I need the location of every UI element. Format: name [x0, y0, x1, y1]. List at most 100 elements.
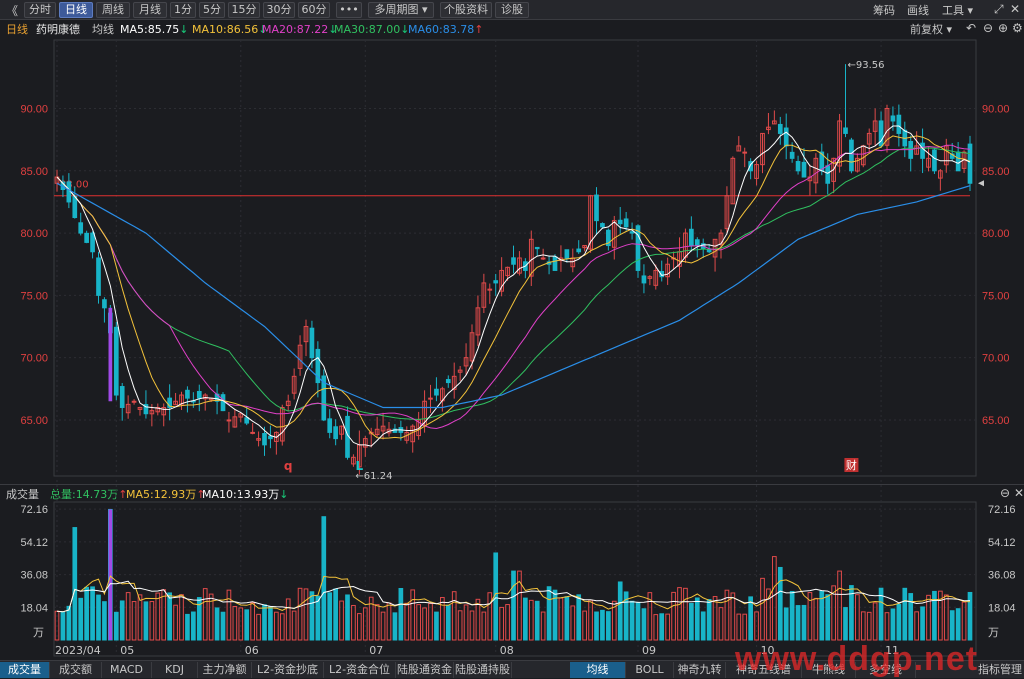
- candle-body: [849, 139, 854, 172]
- volume-bar: [748, 596, 753, 641]
- x-tick-label: 2023/04: [55, 644, 101, 657]
- volume-bar: [262, 604, 267, 641]
- indicator-tab-7[interactable]: 陆股通资金: [396, 662, 454, 678]
- volume-bar: [333, 588, 338, 641]
- candle-body: [623, 218, 629, 228]
- candle-body: [600, 223, 605, 228]
- volume-bar: [866, 611, 872, 641]
- volume-bar: [102, 601, 107, 641]
- volume-bar: [173, 604, 178, 641]
- overlay-tab-1[interactable]: BOLL: [626, 662, 674, 678]
- volume-bar: [967, 591, 973, 641]
- volume-tick-label-left: 36.08: [20, 570, 48, 582]
- event-marker: L: [356, 459, 364, 473]
- candle-body: [932, 149, 937, 172]
- indicator-tab-4[interactable]: 主力净额: [198, 662, 252, 678]
- volume-tick-label-left: 54.12: [20, 537, 48, 549]
- candle-body: [262, 433, 267, 446]
- volume-tick-label-right: 54.12: [988, 537, 1016, 549]
- volume-tick-label-right: 18.04: [988, 602, 1016, 614]
- volume-tick-label-left: 18.04: [20, 602, 48, 614]
- y-tick-label-left: 75.00: [20, 290, 48, 302]
- current-price-pointer: [978, 180, 984, 187]
- candle-body: [493, 280, 499, 284]
- volume-bar: [736, 613, 742, 641]
- volume-bar: [653, 614, 659, 641]
- volume-bar: [66, 605, 72, 641]
- volume-bar: [202, 588, 208, 641]
- volume-bar: [220, 611, 226, 641]
- indicator-tab-0[interactable]: 成交量: [0, 662, 50, 678]
- watermark: www.ddgp.net: [735, 640, 979, 678]
- volume-bar: [908, 593, 914, 641]
- y-tick-label-right: 70.00: [982, 353, 1010, 365]
- candle-body: [706, 249, 712, 253]
- indicator-tab-3[interactable]: KDJ: [152, 662, 198, 678]
- volume-bar: [214, 607, 220, 641]
- indicator-tab-8[interactable]: 陆股通持股: [454, 662, 512, 678]
- volume-bar: [481, 611, 487, 641]
- volume-bar: [760, 577, 765, 641]
- volume-bar: [718, 607, 724, 641]
- volume-bar: [422, 607, 427, 641]
- indicator-tab-5[interactable]: L2-资金抄底: [252, 662, 324, 678]
- candle-body: [309, 327, 315, 359]
- volume-bar: [600, 609, 605, 641]
- volume-bar: [730, 592, 736, 641]
- volume-bar: [410, 589, 416, 641]
- candle-body: [629, 231, 635, 234]
- volume-bar: [143, 601, 149, 641]
- candle-body: [78, 222, 84, 234]
- volume-bar: [570, 605, 576, 641]
- volume-bar: [511, 570, 516, 641]
- indicator-tab-2[interactable]: MACD: [102, 662, 152, 678]
- ma60-line: [56, 182, 971, 409]
- volume-bar: [357, 613, 362, 641]
- volume-bar: [463, 604, 469, 641]
- volume-bar: [398, 587, 404, 641]
- indicator-manage-button[interactable]: 指标管理: [976, 662, 1024, 678]
- volume-bar: [943, 594, 949, 641]
- volume-bar: [327, 592, 333, 641]
- volume-bar: [712, 596, 718, 641]
- volume-bar: [860, 611, 866, 641]
- volume-bar: [244, 609, 250, 641]
- volume-bar: [689, 602, 694, 641]
- candle-body: [896, 114, 902, 134]
- candle-body: [783, 127, 789, 147]
- volume-bar: [84, 586, 89, 641]
- y-tick-label-right: 80.00: [982, 228, 1010, 240]
- volume-bar: [932, 590, 937, 641]
- candle-body: [487, 288, 493, 291]
- x-tick-label: 07: [369, 644, 383, 657]
- candle-body: [594, 194, 599, 222]
- overlay-tab-2[interactable]: 神奇九转: [674, 662, 726, 678]
- volume-bar: [558, 597, 564, 641]
- event-marker: q: [284, 459, 293, 473]
- volume-bar: [801, 604, 807, 641]
- overlay-tab-0[interactable]: 均线: [570, 662, 626, 678]
- candle-body: [226, 419, 232, 422]
- volume-bar: [949, 610, 955, 641]
- indicator-tab-6[interactable]: L2-资金合位: [324, 662, 396, 678]
- candle-body: [825, 165, 831, 184]
- volume-bar: [896, 603, 902, 641]
- volume-bar: [914, 611, 919, 641]
- volume-bar: [813, 597, 819, 641]
- candle-body: [185, 389, 190, 399]
- candle-body: [801, 161, 807, 178]
- volume-bar: [487, 592, 493, 641]
- y-tick-label-right: 90.00: [982, 104, 1010, 116]
- volume-bar: [185, 613, 190, 641]
- volume-bar: [96, 594, 101, 641]
- volume-tick-label-right: 72.16: [988, 504, 1016, 516]
- candle-body: [96, 257, 101, 296]
- indicator-tab-1[interactable]: 成交额: [50, 662, 102, 678]
- volume-bar: [837, 570, 842, 641]
- candle-body: [777, 123, 783, 134]
- candle-body: [72, 195, 78, 219]
- volume-bar: [671, 591, 676, 641]
- y-tick-label-right: 65.00: [982, 415, 1010, 427]
- volume-bar: [795, 605, 801, 641]
- volume-bar: [380, 611, 386, 641]
